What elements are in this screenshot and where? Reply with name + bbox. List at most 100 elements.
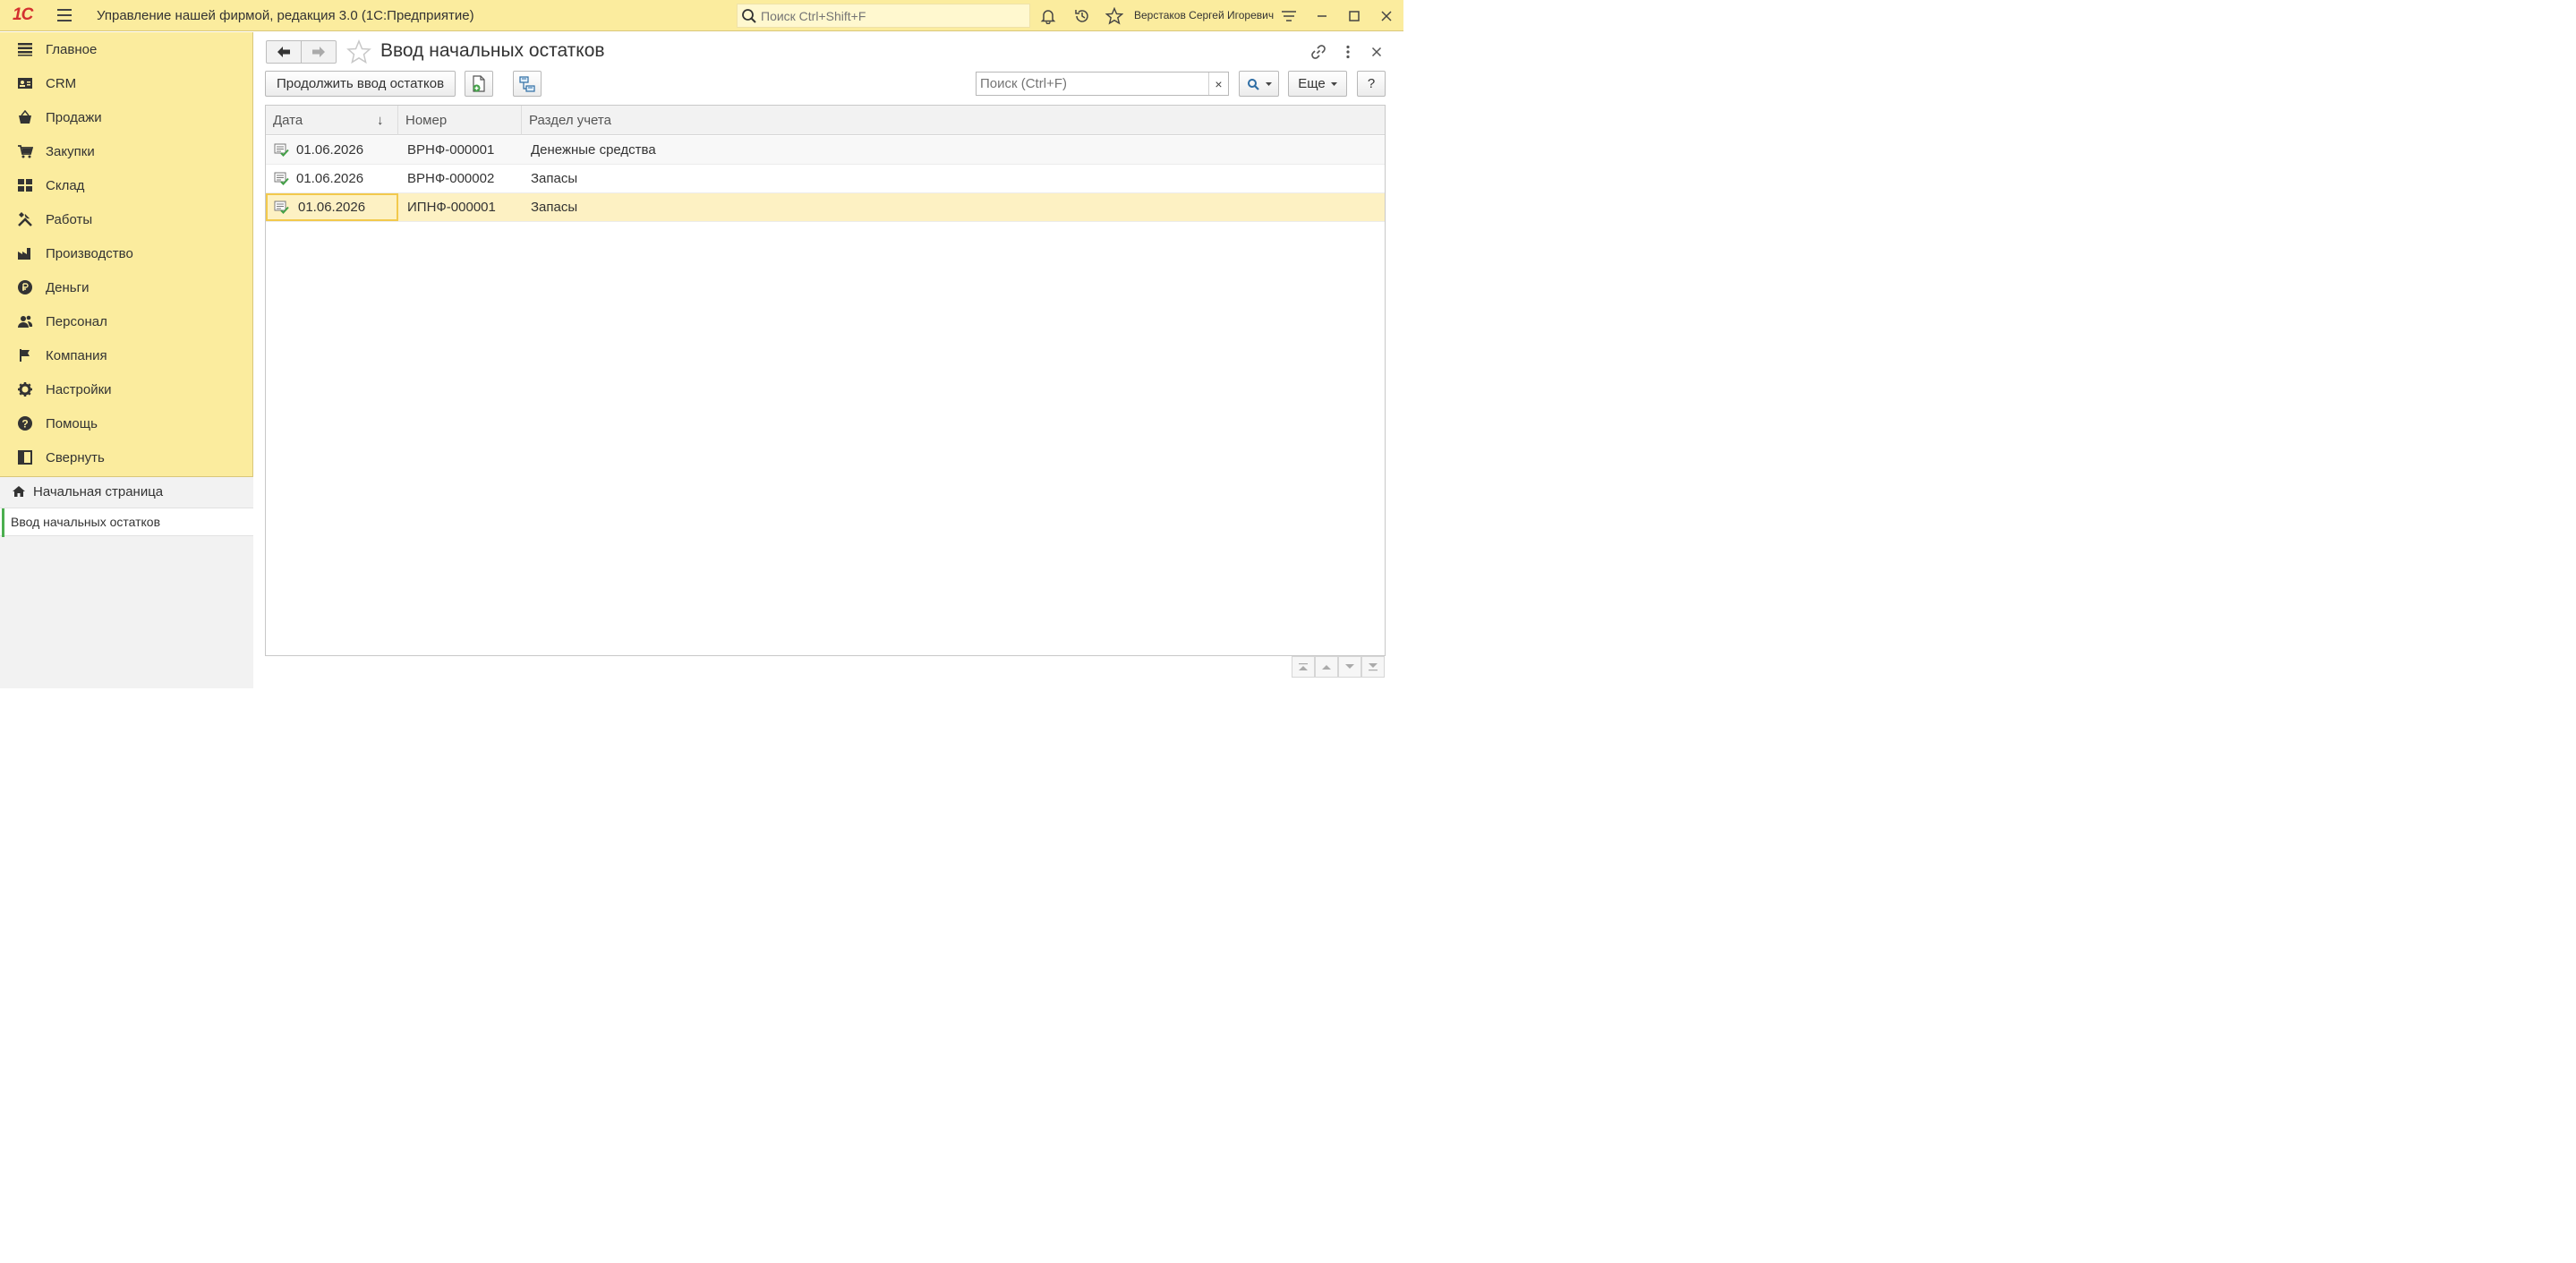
sidebar-item-company[interactable]: Компания xyxy=(0,338,253,372)
cell-number: ВРНФ-000001 xyxy=(407,142,495,158)
cell-date: 01.06.2026 xyxy=(296,171,364,186)
column-header-number[interactable]: Номер xyxy=(398,106,522,135)
sidebar-item-purchases[interactable]: Закупки xyxy=(0,134,253,168)
structure-button[interactable] xyxy=(513,71,542,97)
document-structure-icon xyxy=(519,75,535,92)
global-search-field[interactable] xyxy=(737,4,1030,28)
sidebar-item-label: Персонал xyxy=(46,313,107,329)
user-name[interactable]: Верстаков Сергей Игоревич xyxy=(1134,9,1274,21)
more-actions-icon[interactable] xyxy=(1337,41,1359,63)
cell-number: ИПНФ-000001 xyxy=(407,200,496,215)
scroll-to-last-icon[interactable] xyxy=(1361,656,1385,678)
open-window-label: Ввод начальных остатков xyxy=(11,515,161,529)
sidebar-item-label: Главное xyxy=(46,41,98,57)
minimize-icon[interactable] xyxy=(1311,5,1333,27)
app-logo[interactable]: 1С xyxy=(13,6,43,24)
sidebar-item-help[interactable]: ? Помощь xyxy=(0,406,253,440)
clear-search-button[interactable]: × xyxy=(1208,73,1228,95)
back-button[interactable] xyxy=(266,40,302,64)
cell-section: Запасы xyxy=(531,171,578,186)
help-icon: ? xyxy=(16,414,34,432)
more-button[interactable]: Еще xyxy=(1288,71,1347,97)
history-icon[interactable] xyxy=(1071,5,1093,27)
sections-panel: Главное CRM Продажи Закупки Склад Работы… xyxy=(0,32,253,688)
home-icon xyxy=(12,485,26,501)
star-icon[interactable] xyxy=(1104,5,1125,27)
column-header-label: Раздел учета xyxy=(529,113,611,128)
contact-card-icon xyxy=(16,74,34,92)
sidebar-item-label: Продажи xyxy=(46,109,102,125)
more-button-label: Еще xyxy=(1298,76,1326,91)
sidebar-item-main[interactable]: Главное xyxy=(0,32,253,66)
basket-icon xyxy=(16,108,34,126)
form-header: Ввод начальных остатков xyxy=(254,32,1403,73)
maximize-icon[interactable] xyxy=(1343,5,1365,27)
sidebar-item-label: Склад xyxy=(46,177,85,193)
favorite-star-icon[interactable] xyxy=(346,39,371,64)
link-icon[interactable] xyxy=(1308,41,1329,63)
list-search-field[interactable]: × xyxy=(976,72,1229,96)
sidebar-item-settings[interactable]: Настройки xyxy=(0,372,253,406)
column-header-section[interactable]: Раздел учета xyxy=(522,106,1385,135)
app-title: Управление нашей фирмой, редакция 3.0 (1… xyxy=(97,7,474,23)
open-windows-panel: Начальная страница Ввод начальных остатк… xyxy=(0,476,253,688)
forward-button[interactable] xyxy=(301,40,337,64)
documents-table[interactable]: Дата ↓ Номер Раздел учета 01.06.2026 ВРН… xyxy=(265,105,1386,656)
sidebar-item-label: Компания xyxy=(46,347,107,363)
factory-icon xyxy=(16,244,34,262)
sidebar-item-collapse[interactable]: Свернуть xyxy=(0,440,253,474)
sidebar-item-works[interactable]: Работы xyxy=(0,202,253,236)
cell-number: ВРНФ-000002 xyxy=(407,171,495,186)
sidebar-item-production[interactable]: Производство xyxy=(0,236,253,270)
gear-icon xyxy=(16,380,34,398)
open-window-label: Начальная страница xyxy=(33,484,164,499)
bell-icon[interactable] xyxy=(1037,5,1059,27)
create-document-button[interactable] xyxy=(465,71,493,97)
scroll-up-icon[interactable] xyxy=(1315,656,1338,678)
cart-icon xyxy=(16,142,34,160)
warehouse-icon xyxy=(16,176,34,194)
open-window-current[interactable]: Ввод начальных остатков xyxy=(0,508,253,537)
table-row[interactable]: 01.06.2026 ВРНФ-000002 Запасы xyxy=(266,165,1385,193)
table-row[interactable]: 01.06.2026 ВРНФ-000001 Денежные средства xyxy=(266,136,1385,165)
cell-section: Денежные средства xyxy=(531,142,656,158)
svg-text:?: ? xyxy=(21,418,28,431)
sidebar-item-label: Работы xyxy=(46,211,93,227)
scroll-down-icon[interactable] xyxy=(1338,656,1361,678)
sidebar-item-sales[interactable]: Продажи xyxy=(0,100,253,134)
close-icon[interactable] xyxy=(1376,5,1397,27)
dropdown-arrow-icon xyxy=(1265,81,1272,86)
sidebar-item-label: CRM xyxy=(46,75,77,91)
global-search-input[interactable] xyxy=(761,8,1020,23)
cell-date: 01.06.2026 xyxy=(296,142,364,158)
posted-document-icon xyxy=(274,201,289,214)
column-header-date[interactable]: Дата ↓ xyxy=(266,106,398,135)
people-icon xyxy=(16,312,34,330)
scroll-to-first-icon[interactable] xyxy=(1292,656,1315,678)
open-window-home[interactable]: Начальная страница xyxy=(0,477,253,507)
sidebar-item-label: Производство xyxy=(46,245,133,261)
dropdown-arrow-icon xyxy=(1330,81,1337,86)
sidebar-item-label: Настройки xyxy=(46,381,112,397)
help-button[interactable]: ? xyxy=(1357,71,1386,97)
close-form-icon[interactable] xyxy=(1366,41,1387,63)
list-scroll-controls xyxy=(1292,656,1386,678)
search-options-button[interactable] xyxy=(1239,71,1279,97)
sidebar-item-crm[interactable]: CRM xyxy=(0,66,253,100)
page-title: Ввод начальных остатков xyxy=(380,40,605,61)
ruble-icon xyxy=(16,278,34,296)
sidebar-item-warehouse[interactable]: Склад xyxy=(0,168,253,202)
sidebar-item-label: Закупки xyxy=(46,143,95,159)
settings-icon[interactable] xyxy=(1278,5,1300,27)
list-icon xyxy=(16,40,34,58)
column-header-label: Дата xyxy=(273,113,303,128)
flag-icon xyxy=(16,346,34,364)
continue-input-button[interactable]: Продолжить ввод остатков xyxy=(265,71,456,97)
table-row-selected[interactable]: 01.06.2026 ИПНФ-000001 Запасы xyxy=(266,193,1385,222)
list-search-input[interactable] xyxy=(980,76,1204,91)
sidebar-item-label: Помощь xyxy=(46,415,98,431)
sidebar-item-personnel[interactable]: Персонал xyxy=(0,304,253,338)
menu-icon[interactable] xyxy=(54,4,75,26)
sidebar-item-money[interactable]: Деньги xyxy=(0,270,253,304)
tools-icon xyxy=(16,210,34,228)
